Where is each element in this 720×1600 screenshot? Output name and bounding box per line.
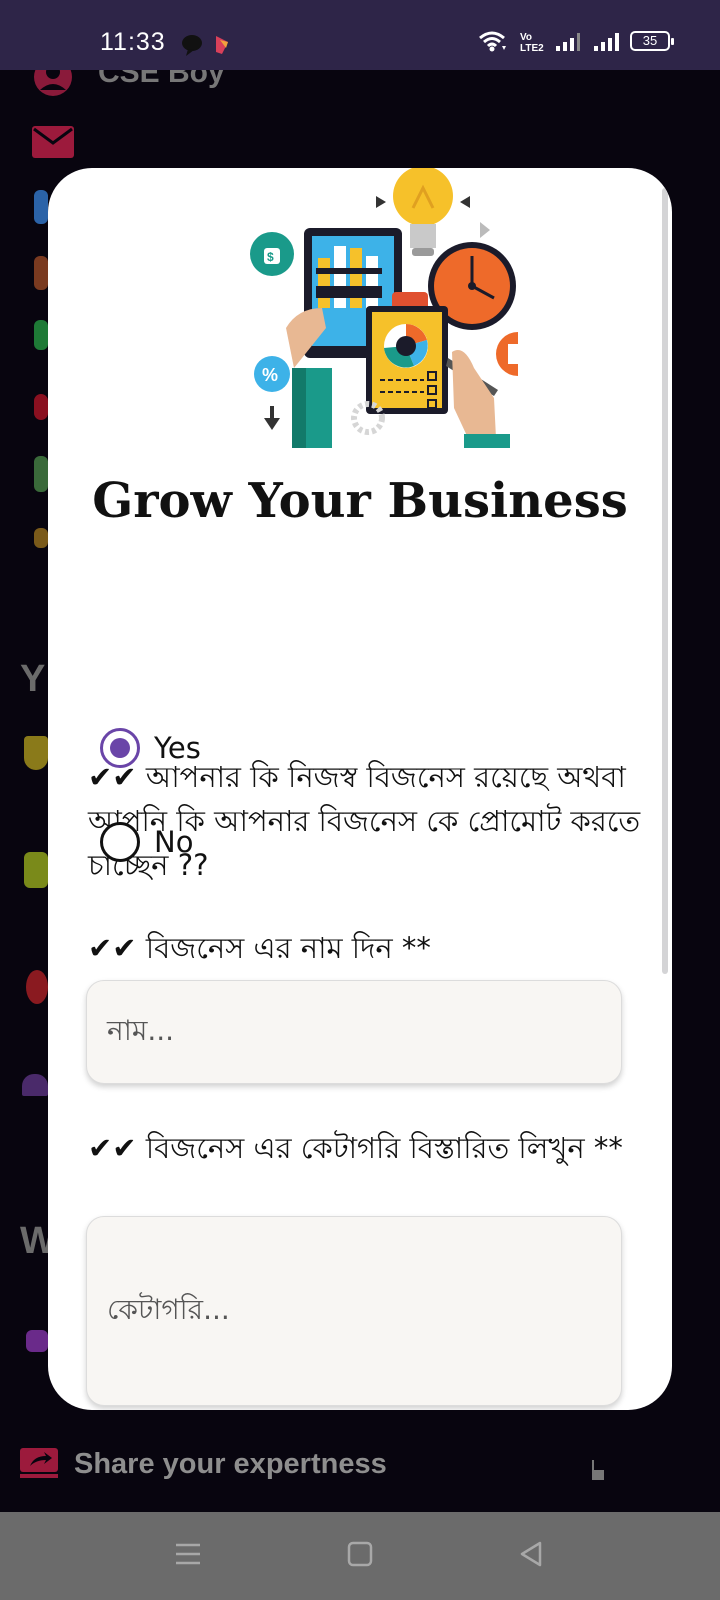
navigation-bar [0, 1512, 720, 1600]
user-name: CSE Boy [98, 70, 225, 89]
svg-text:$: $ [267, 250, 274, 264]
option-no-label: No [154, 825, 194, 859]
svg-text:%: % [262, 365, 278, 385]
share-icon [20, 1448, 58, 1478]
phone-icon [34, 320, 48, 350]
pencil-icon [26, 1330, 48, 1352]
clipboard-report-icon [366, 306, 448, 414]
percent-icon: % [254, 356, 290, 392]
business-category-placeholder: কেটাগরি... [107, 1292, 230, 1326]
menu-icon[interactable] [174, 1540, 202, 1568]
volte-icon: Vo LTE2 [520, 32, 544, 52]
business-category-question: ✔✔ বিজনেস এর কেটাগরি বিস্তারিত লিখুন ** [88, 1131, 623, 1165]
dialog-scrollbar[interactable] [662, 188, 668, 974]
status-bar: 11:33 Vo LTE2 35 [0, 0, 720, 70]
bank-icon [34, 190, 48, 224]
battery-icon: 35 [630, 31, 674, 51]
business-name-question: ✔✔ বিজনেস এর নাম দিন ** [88, 931, 431, 965]
system-icons: Vo LTE2 35 [478, 30, 674, 52]
dialog-title: Grow Your Business [92, 473, 628, 529]
building-icon [34, 256, 48, 290]
radio-no[interactable] [100, 822, 140, 862]
chat-bubble-icon [182, 35, 202, 56]
share-expertness-label[interactable]: Share your expertness [74, 1448, 387, 1481]
shield-icon [24, 736, 48, 770]
account-icon [34, 70, 72, 96]
home-icon[interactable] [346, 1540, 374, 1568]
heart-icon [34, 394, 48, 420]
svg-text:LTE2: LTE2 [520, 43, 544, 52]
document-icon [496, 332, 518, 376]
svg-text:Vo: Vo [520, 32, 532, 43]
currency-icon [34, 528, 48, 548]
business-illustration-icon: $ % [250, 168, 518, 448]
grow-business-dialog: $ % Grow Your Business ✔✔ আপনার কি নিজস্… [48, 168, 672, 1410]
notification-icons [182, 34, 242, 62]
option-yes[interactable]: Yes [100, 726, 201, 770]
wifi-icon [479, 31, 506, 52]
business-category-input[interactable]: কেটাগরি... [86, 1216, 622, 1406]
alert-icon [26, 970, 48, 1004]
note-icon [34, 456, 48, 492]
money-bag-icon: $ [250, 232, 294, 276]
status-time: 11:33 [100, 28, 166, 56]
back-icon[interactable] [518, 1540, 546, 1568]
business-name-input[interactable]: নাম... [86, 980, 622, 1084]
business-name-placeholder: নাম... [107, 1013, 175, 1047]
radio-yes[interactable] [100, 728, 140, 768]
mail-icon [32, 126, 74, 158]
signal-icon [556, 33, 580, 51]
group-icon [22, 1074, 48, 1096]
touch-hand-icon [592, 1460, 604, 1480]
app-notification-icon [216, 36, 228, 54]
signal-icon [594, 33, 619, 51]
calculator-icon [24, 852, 48, 888]
option-yes-label: Yes [154, 731, 201, 765]
option-no[interactable]: No [100, 820, 193, 864]
section-y-heading: Y [20, 658, 46, 700]
